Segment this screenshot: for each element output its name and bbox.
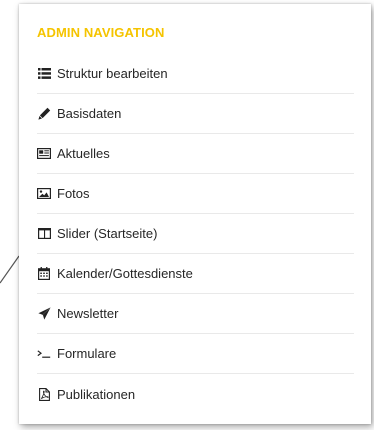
pencil-icon [37, 107, 51, 121]
nav-item-label: Fotos [57, 186, 90, 201]
image-icon [37, 187, 51, 201]
nav-item-label: Struktur bearbeiten [57, 66, 168, 81]
paper-plane-icon [37, 307, 51, 321]
nav-item-basisdaten[interactable]: Basisdaten [37, 94, 354, 134]
nav-item-label: Slider (Startseite) [57, 226, 158, 241]
admin-nav-list: Struktur bearbeiten Basisdaten Aktuelles… [37, 54, 354, 414]
pdf-file-icon [37, 387, 51, 401]
admin-navigation-panel: ADMIN NAVIGATION Struktur bearbeiten Bas… [19, 4, 371, 424]
nav-item-label: Formulare [57, 346, 117, 361]
nav-item-label: Publikationen [57, 386, 136, 402]
nav-item-fotos[interactable]: Fotos [37, 174, 354, 214]
nav-item-label: Newsletter [57, 306, 119, 321]
nav-item-label: Kalender/Gottesdienste [57, 266, 193, 281]
screenshot-stage: ADMIN NAVIGATION Struktur bearbeiten Bas… [0, 0, 374, 430]
nav-item-newsletter[interactable]: Newsletter [37, 294, 354, 334]
terminal-icon [37, 347, 51, 361]
calendar-icon [37, 267, 51, 281]
nav-item-slider[interactable]: Slider (Startseite) [37, 214, 354, 254]
nav-item-kalender[interactable]: Kalender/Gottesdienste [37, 254, 354, 294]
panel-heading: ADMIN NAVIGATION [37, 25, 165, 40]
nav-item-struktur-bearbeiten[interactable]: Struktur bearbeiten [37, 54, 354, 94]
nav-item-publikationen[interactable]: Publikationen [37, 374, 354, 414]
nav-item-formulare[interactable]: Formulare [37, 334, 354, 374]
nav-item-label: Basisdaten [57, 106, 122, 121]
columns-icon [37, 227, 51, 241]
nav-item-label: Aktuelles [57, 146, 110, 161]
nav-item-aktuelles[interactable]: Aktuelles [37, 134, 354, 174]
list-icon [37, 67, 51, 81]
newspaper-icon [37, 147, 51, 161]
